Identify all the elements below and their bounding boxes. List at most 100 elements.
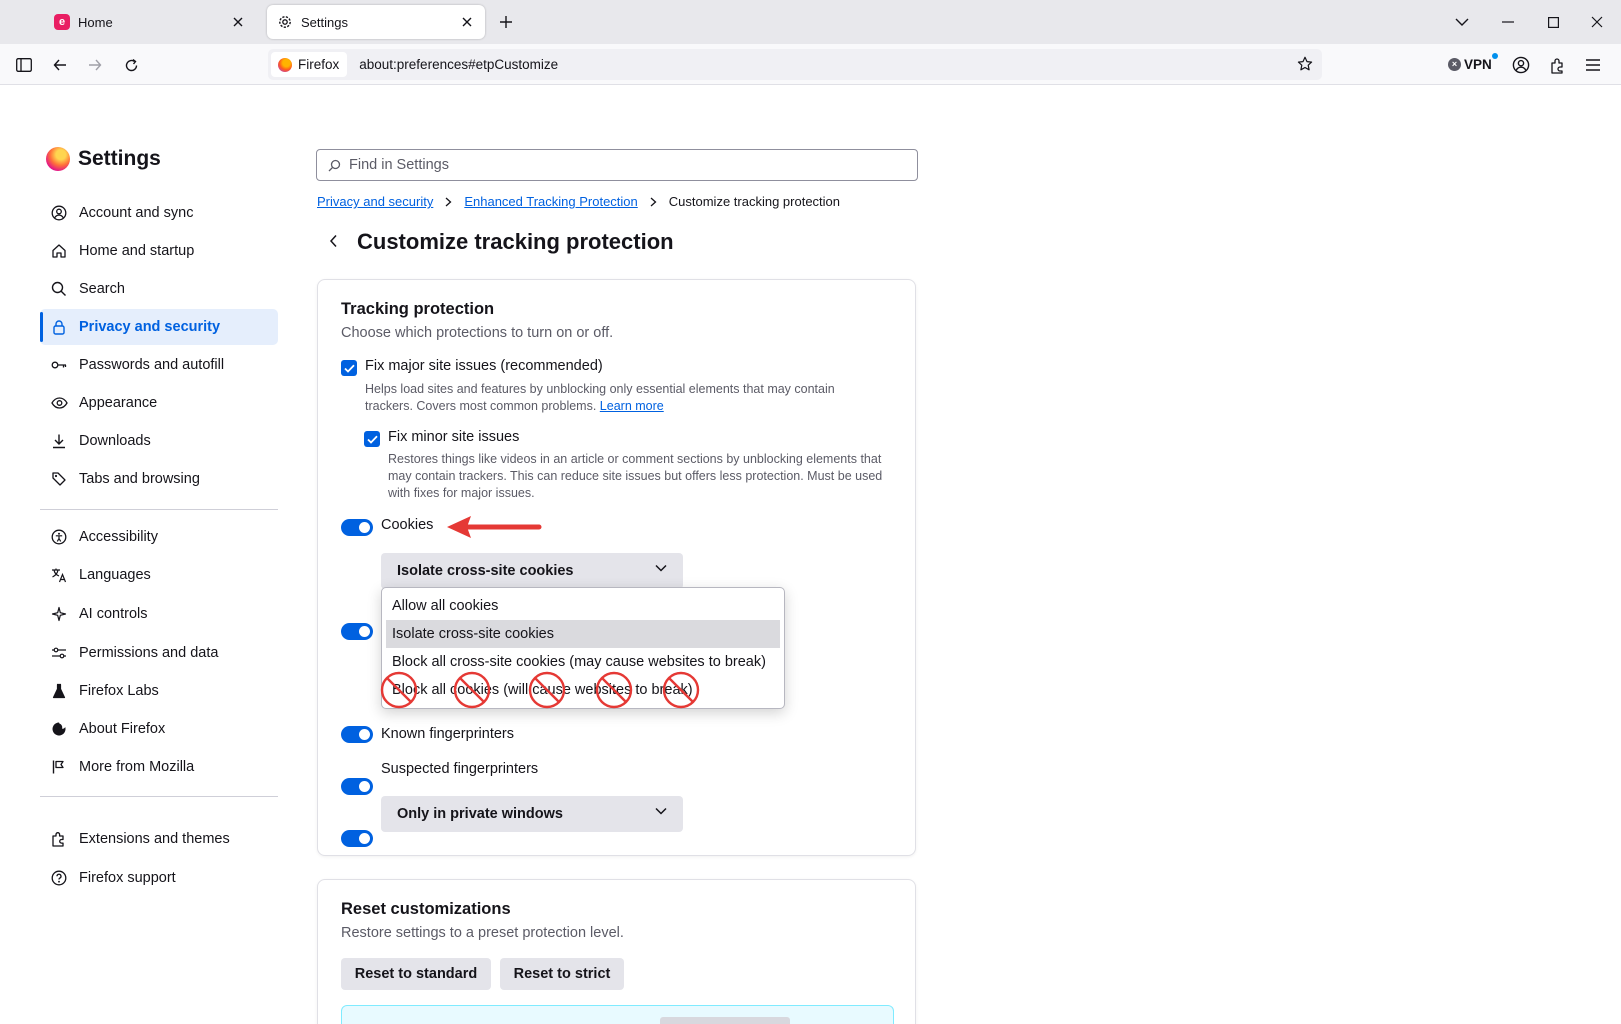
cookie-option-block-all[interactable]: Block all cookies (will cause websites t… [386, 676, 780, 704]
help-icon [50, 869, 68, 887]
sliders-icon [50, 644, 68, 662]
tab-title: Settings [301, 14, 348, 30]
sidebar-divider [40, 796, 278, 797]
chevron-right-icon [445, 197, 452, 207]
annotation-arrow-icon [447, 516, 542, 538]
breadcrumb-current: Customize tracking protection [668, 194, 841, 209]
settings-header: Settings [46, 147, 161, 171]
sidebar-item-accessibility[interactable]: Accessibility [40, 519, 278, 555]
suspected-fingerprinters-select[interactable]: Only in private windows [381, 796, 683, 832]
sidebar-item-permissions-and-data[interactable]: Permissions and data [40, 635, 278, 671]
mozilla-icon [50, 758, 68, 776]
breadcrumb-link-privacy[interactable]: Privacy and security [317, 194, 433, 209]
fix-major-checkbox[interactable] [341, 360, 357, 376]
reload-button[interactable] [118, 52, 144, 78]
download-icon [50, 432, 68, 450]
app-menu-button[interactable] [1580, 52, 1606, 78]
sidebar-item-downloads[interactable]: Downloads [40, 423, 278, 459]
home-icon [50, 242, 68, 260]
sidebar-item-label: Firefox Labs [79, 683, 159, 699]
cookies-dropdown-popup: Allow all cookies Isolate cross-site coo… [380, 587, 785, 709]
card-title: Tracking protection [341, 300, 495, 318]
sidebar-item-label: Privacy and security [79, 319, 221, 335]
fix-minor-label: Fix minor site issues [388, 429, 520, 445]
tab-strip: e Home Settings [0, 0, 1621, 44]
cookie-option-isolate-cross-site[interactable]: Isolate cross-site cookies [386, 620, 780, 648]
settings-title: Settings [78, 147, 161, 170]
eye-icon [50, 394, 68, 412]
find-in-settings-input[interactable]: Find in Settings [316, 149, 918, 181]
sidebar-item-label: Firefox support [79, 870, 176, 886]
sidebar-item-label: About Firefox [79, 721, 166, 737]
identity-box[interactable]: Firefox [271, 52, 348, 77]
reset-to-standard-button[interactable]: Reset to standard [341, 958, 491, 990]
cookie-option-block-cross-site[interactable]: Block all cross-site cookies (may cause … [386, 648, 780, 676]
list-all-tabs-button[interactable] [1452, 12, 1472, 32]
sidebar-item-label: Accessibility [79, 529, 158, 545]
sidebar-item-privacy-and-security[interactable]: Privacy and security [40, 309, 278, 345]
cookies-toggle[interactable] [341, 519, 373, 536]
firefox-logo-icon [46, 147, 70, 171]
hidden-option-toggle[interactable] [341, 726, 373, 743]
back-arrow-button[interactable] [322, 230, 344, 252]
prohibited-icon [662, 671, 700, 709]
fix-major-label: Fix major site issues (recommended) [365, 358, 603, 374]
sidebar-toggle-button[interactable] [11, 52, 37, 78]
page-title: Customize tracking protection [357, 229, 674, 254]
chevron-down-icon [655, 564, 667, 572]
vpn-button[interactable]: × VPN [1448, 53, 1498, 74]
gear-icon [277, 14, 293, 30]
identity-label: Firefox [298, 57, 340, 72]
fix-major-description: Helps load sites and features by unblock… [365, 381, 865, 415]
extensions-button[interactable] [1544, 52, 1570, 78]
maximize-button[interactable] [1543, 12, 1563, 32]
url-text[interactable]: about:preferences#etpCustomize [359, 57, 558, 72]
learn-more-link[interactable]: Learn more [600, 399, 664, 413]
close-window-button[interactable] [1587, 12, 1607, 32]
known-fingerprinters-toggle[interactable] [341, 778, 373, 795]
sidebar-item-account-and-sync[interactable]: Account and sync [40, 195, 278, 231]
tabs-icon [50, 470, 68, 488]
sidebar-item-label: More from Mozilla [79, 759, 195, 775]
breadcrumb-link-etp[interactable]: Enhanced Tracking Protection [464, 194, 637, 209]
sidebar-item-passwords-and-autofill[interactable]: Passwords and autofill [40, 347, 278, 383]
forward-button[interactable] [82, 52, 108, 78]
hidden-option-toggle[interactable] [341, 623, 373, 640]
tab-home[interactable]: e Home [44, 5, 256, 39]
account-button[interactable] [1508, 52, 1534, 78]
fix-minor-checkbox[interactable] [364, 431, 380, 447]
sidebar-item-tabs-and-browsing[interactable]: Tabs and browsing [40, 461, 278, 497]
prohibited-icon [528, 671, 566, 709]
close-icon[interactable] [459, 14, 475, 30]
new-tab-button[interactable] [496, 12, 516, 32]
info-message-button[interactable] [660, 1017, 790, 1024]
reset-to-strict-button[interactable]: Reset to strict [500, 958, 624, 990]
search-icon [328, 159, 341, 172]
sidebar-item-ai-controls[interactable]: AI controls [40, 596, 278, 632]
tab-settings[interactable]: Settings [267, 5, 485, 39]
sidebar-item-languages[interactable]: Languages [40, 557, 278, 593]
sidebar-item-home-and-startup[interactable]: Home and startup [40, 233, 278, 269]
cookies-select[interactable]: Isolate cross-site cookies [381, 553, 683, 589]
sidebar-item-firefox-labs[interactable]: Firefox Labs [40, 673, 278, 709]
sidebar-item-label: AI controls [79, 606, 148, 622]
suspected-fingerprinters-toggle[interactable] [341, 830, 373, 847]
close-icon[interactable] [230, 14, 246, 30]
sidebar-item-appearance[interactable]: Appearance [40, 385, 278, 421]
firefox-icon [50, 720, 68, 738]
sidebar-item-label: Permissions and data [79, 645, 219, 661]
url-bar[interactable]: Firefox about:preferences#etpCustomize [268, 49, 1322, 80]
cookie-option-allow-all[interactable]: Allow all cookies [386, 592, 780, 620]
sidebar-item-about-firefox[interactable]: About Firefox [40, 711, 278, 747]
minimize-button[interactable] [1498, 12, 1518, 32]
prohibited-icon [453, 671, 491, 709]
sidebar-item-extensions-and-themes[interactable]: Extensions and themes [40, 821, 278, 857]
back-button[interactable] [47, 52, 73, 78]
sidebar-item-search[interactable]: Search [40, 271, 278, 307]
home-app-icon: e [54, 14, 70, 30]
sidebar-item-more-from-mozilla[interactable]: More from Mozilla [40, 749, 278, 785]
sidebar-item-firefox-support[interactable]: Firefox support [40, 860, 278, 896]
card-subtitle: Restore settings to a preset protection … [341, 925, 624, 941]
bookmark-star-icon[interactable] [1294, 53, 1316, 75]
sidebar-item-label: Passwords and autofill [79, 357, 225, 373]
